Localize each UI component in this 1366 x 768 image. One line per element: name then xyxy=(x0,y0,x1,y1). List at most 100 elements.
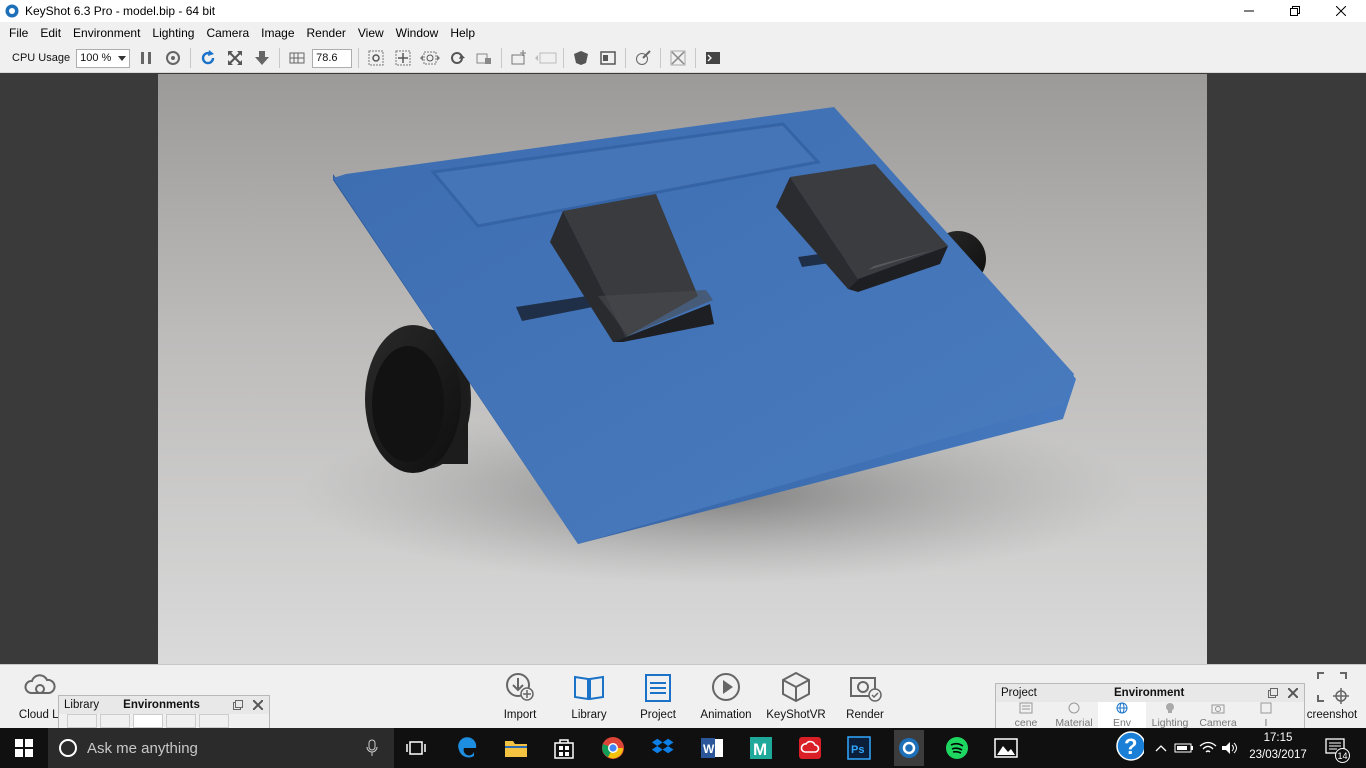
geometry-view-button[interactable] xyxy=(570,47,592,69)
tab-icon-placeholder[interactable] xyxy=(166,714,196,728)
speaker-icon xyxy=(1222,742,1237,754)
minimize-button[interactable] xyxy=(1226,0,1272,22)
menu-environment[interactable]: Environment xyxy=(67,22,146,44)
word-icon: W xyxy=(701,738,723,758)
tab-scene[interactable]: cene xyxy=(1002,702,1050,728)
cpu-usage-label: CPU Usage xyxy=(12,52,71,64)
close-icon[interactable] xyxy=(253,700,263,710)
region-nav-icon xyxy=(535,52,557,64)
field-of-view-button[interactable] xyxy=(286,47,308,69)
close-window-button[interactable] xyxy=(1318,0,1364,22)
tab-environments[interactable]: Environments xyxy=(123,699,200,711)
lock-camera-button[interactable] xyxy=(473,47,495,69)
add-region-button[interactable] xyxy=(508,47,530,69)
region-add-icon xyxy=(511,50,527,65)
spotify-taskbar-button[interactable] xyxy=(943,734,971,762)
render-viewport[interactable] xyxy=(0,74,1366,664)
menu-file[interactable]: File xyxy=(3,22,34,44)
tab-material[interactable]: Material xyxy=(1050,702,1098,728)
clock-date[interactable]: 23/03/2017 xyxy=(1244,749,1312,761)
field-of-view-input[interactable]: 78.6 xyxy=(312,48,353,68)
region-nav-button[interactable] xyxy=(535,47,557,69)
word-taskbar-button[interactable]: W xyxy=(698,734,726,762)
tab-environment[interactable]: Environment xyxy=(1114,687,1184,699)
photoshop-taskbar-button[interactable]: Ps xyxy=(845,734,873,762)
tab-icon-placeholder[interactable] xyxy=(67,714,97,728)
project-button[interactable]: Project xyxy=(623,669,693,727)
tab-image[interactable]: I xyxy=(1242,702,1290,728)
menu-window[interactable]: Window xyxy=(390,22,445,44)
menu-view[interactable]: View xyxy=(352,22,390,44)
svg-text:W: W xyxy=(703,742,715,756)
svg-text:?: ? xyxy=(1124,734,1137,759)
chrome-taskbar-button[interactable] xyxy=(599,734,627,762)
dropbox-taskbar-button[interactable] xyxy=(649,734,677,762)
maya-taskbar-button[interactable]: M xyxy=(747,734,775,762)
menu-help[interactable]: Help xyxy=(444,22,481,44)
camera-lock-icon xyxy=(476,53,492,64)
store-taskbar-button[interactable] xyxy=(550,734,578,762)
screenshot-icon xyxy=(1317,672,1349,704)
tab-icon-placeholder[interactable] xyxy=(133,714,163,728)
creative-cloud-taskbar-button[interactable] xyxy=(796,734,824,762)
geometry-tool-button[interactable] xyxy=(667,47,689,69)
microphone-icon[interactable] xyxy=(366,739,378,757)
toolbar-divider xyxy=(190,48,192,68)
render-button[interactable]: Render xyxy=(830,669,900,727)
help-tray-button[interactable]: ? xyxy=(1116,731,1144,761)
menu-image[interactable]: Image xyxy=(255,22,300,44)
toolbar-divider xyxy=(563,48,565,68)
keyshotvr-button[interactable]: KeyShotVR xyxy=(761,669,831,727)
menu-camera[interactable]: Camera xyxy=(200,22,255,44)
cortana-search-box[interactable]: Ask me anything xyxy=(48,728,394,768)
tab-camera-label: Camera xyxy=(1199,717,1237,728)
cpu-usage-select[interactable]: 100 % xyxy=(76,48,131,68)
keyshot-taskbar-button[interactable] xyxy=(894,730,924,766)
reset-camera-button[interactable] xyxy=(197,47,219,69)
toolbar-divider xyxy=(695,48,697,68)
chevron-down-icon xyxy=(118,55,127,61)
rotate-model-button[interactable] xyxy=(446,47,468,69)
realtime-render-view[interactable] xyxy=(158,74,1207,664)
edge-taskbar-button[interactable] xyxy=(453,734,481,762)
library-button[interactable]: Library xyxy=(554,669,624,727)
tab-env[interactable]: Env xyxy=(1098,702,1146,728)
presentation-mode-button[interactable] xyxy=(597,47,619,69)
list-icon xyxy=(1019,702,1033,714)
scripting-console-button[interactable] xyxy=(702,47,724,69)
tab-lighting-label: Lighting xyxy=(1151,717,1189,728)
material-picker-button[interactable] xyxy=(632,47,654,69)
file-explorer-taskbar-button[interactable] xyxy=(502,734,530,762)
animation-button[interactable]: Animation xyxy=(691,669,761,727)
tab-icon-placeholder[interactable] xyxy=(199,714,229,728)
tab-icon-placeholder[interactable] xyxy=(100,714,130,728)
start-button[interactable] xyxy=(10,734,38,762)
menu-lighting[interactable]: Lighting xyxy=(146,22,200,44)
clock-time[interactable]: 17:15 xyxy=(1246,732,1310,744)
volume-tray-button[interactable] xyxy=(1216,734,1244,762)
close-icon[interactable] xyxy=(1288,688,1298,698)
photos-icon xyxy=(994,738,1018,758)
pause-button[interactable] xyxy=(135,47,157,69)
task-view-button[interactable] xyxy=(402,734,430,762)
performance-mode-button[interactable] xyxy=(162,47,184,69)
windows-logo-icon xyxy=(15,739,33,757)
undock-icon[interactable] xyxy=(233,700,243,710)
library-panel: Library Environments xyxy=(58,695,270,729)
camera-zoom-button[interactable] xyxy=(365,47,387,69)
tab-project[interactable]: Project xyxy=(1001,687,1037,699)
menu-render[interactable]: Render xyxy=(301,22,352,44)
tab-library[interactable]: Library xyxy=(64,699,99,711)
photos-taskbar-button[interactable] xyxy=(992,734,1020,762)
drop-to-ground-button[interactable] xyxy=(251,47,273,69)
menu-edit[interactable]: Edit xyxy=(34,22,67,44)
tab-camera[interactable]: Camera xyxy=(1194,702,1242,728)
undock-icon[interactable] xyxy=(1268,688,1278,698)
screenshot-button[interactable]: creenshot xyxy=(1298,669,1366,727)
camera-pan-button[interactable] xyxy=(392,47,414,69)
tab-lighting[interactable]: Lighting xyxy=(1146,702,1194,728)
import-button[interactable]: Import xyxy=(485,669,555,727)
fit-to-view-button[interactable] xyxy=(224,47,246,69)
restore-button[interactable] xyxy=(1272,0,1318,22)
camera-orbit-button[interactable] xyxy=(419,47,441,69)
